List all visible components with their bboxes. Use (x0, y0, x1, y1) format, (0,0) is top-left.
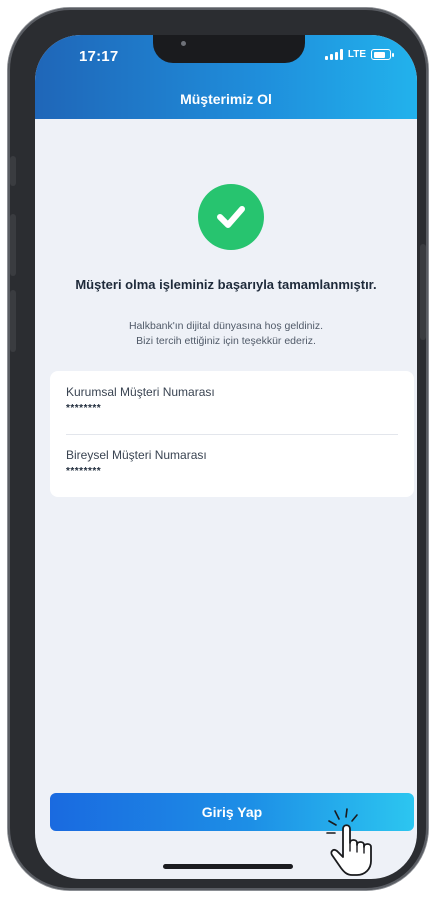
app-header: 17:17 LTE Müşterimiz Ol (35, 35, 417, 119)
network-type: LTE (347, 49, 366, 60)
success-title: Müşteri olma işleminiz başarıyla tamamla… (75, 277, 377, 292)
success-message: Halkbank'ın dijital dünyasına hoş geldin… (35, 319, 417, 349)
success-message-line1: Halkbank'ın dijital dünyasına hoş geldin… (128, 320, 324, 332)
page-title: Müşterimiz Ol (180, 91, 272, 107)
field-value: ******** (66, 403, 102, 414)
battery-icon (371, 49, 394, 60)
customer-number-card: Kurumsal Müşteri Numarası ******** Birey… (50, 371, 414, 497)
mute-switch (10, 156, 16, 186)
signal-icon (324, 49, 343, 60)
phone-frame: 17:17 LTE Müşterimiz Ol Müşteri olma işl… (8, 8, 428, 890)
field-label: Bireysel Müşteri Numarası (66, 448, 207, 462)
field-label: Kurumsal Müşteri Numarası (66, 385, 215, 399)
hand-pointer-icon (326, 808, 372, 876)
status-time: 17:17 (79, 48, 119, 65)
success-message-line2: Bizi tercih ettiğiniz için teşekkür eder… (136, 335, 316, 347)
volume-down-button (10, 290, 16, 352)
screen: 17:17 LTE Müşterimiz Ol Müşteri olma işl… (35, 35, 417, 879)
field-value: ******** (66, 466, 102, 477)
corporate-customer-number: Kurumsal Müşteri Numarası ******** (66, 385, 215, 414)
status-indicators: LTE (324, 49, 394, 60)
individual-customer-number: Bireysel Müşteri Numarası ******** (66, 448, 207, 477)
divider (66, 434, 398, 435)
notch (153, 35, 305, 63)
success-badge (198, 184, 264, 250)
check-icon (217, 206, 245, 228)
camera-dot (181, 41, 186, 46)
volume-up-button (10, 214, 16, 276)
home-indicator (163, 864, 293, 869)
power-button (420, 244, 426, 340)
